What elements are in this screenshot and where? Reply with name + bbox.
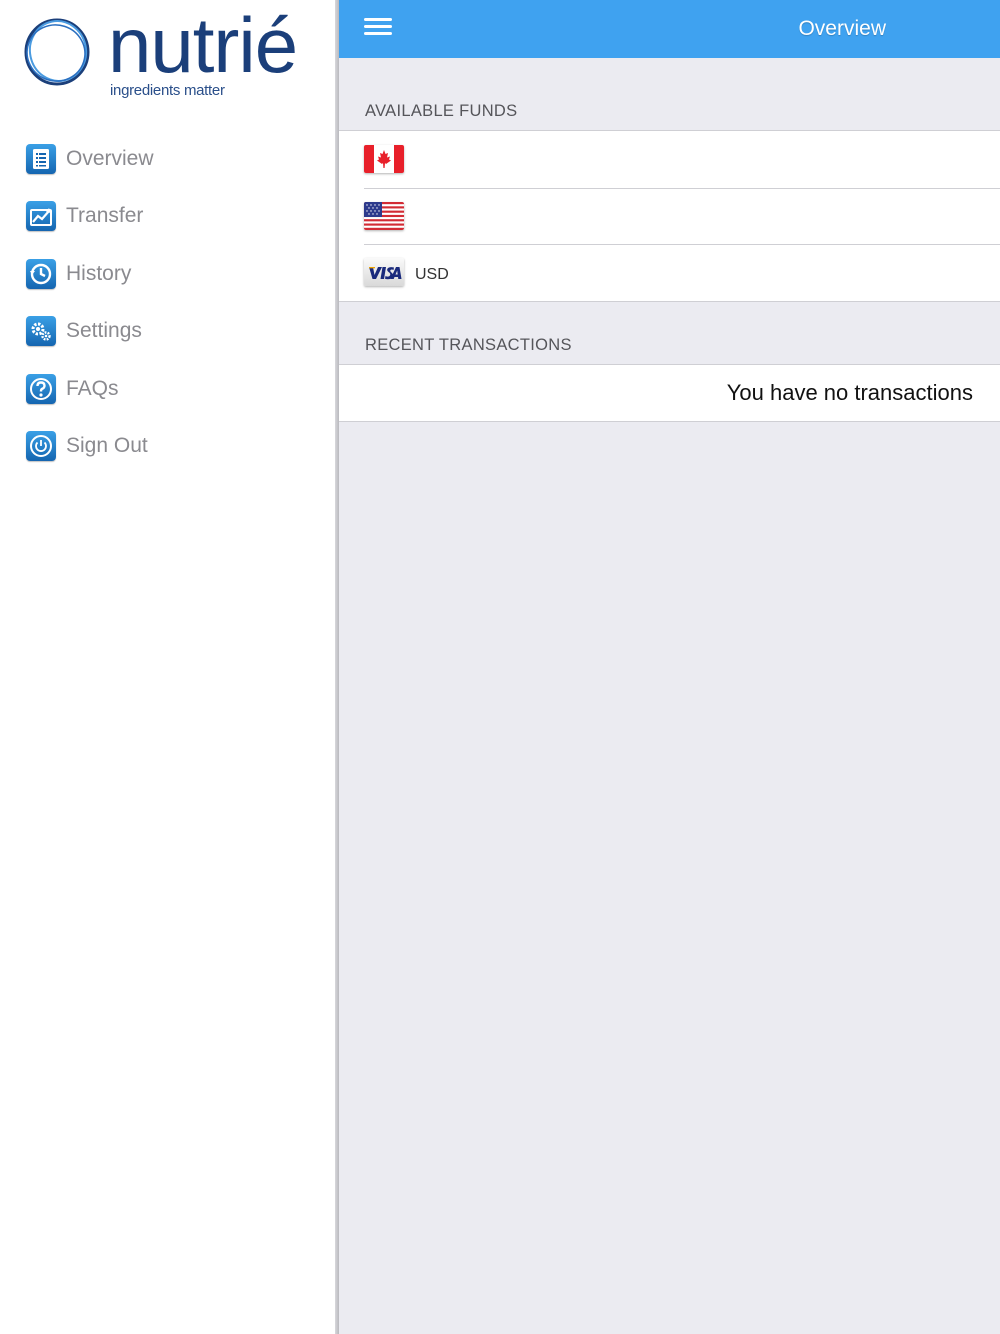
usa-flag-icon: [364, 201, 404, 230]
question-icon: [26, 373, 56, 404]
main-content: Overview AVAILABLE FUNDS USD RECENT TRAN…: [339, 0, 1000, 1334]
empty-transactions-message: You have no transactions: [726, 380, 973, 405]
sidebar-nav: Overview Transfer History Settings FAQs …: [0, 130, 337, 475]
visa-card-icon: [364, 258, 404, 286]
sidebar: nutrié ingredients matter Overview Trans…: [0, 0, 337, 1334]
transactions-list: You have no transactions: [339, 364, 1000, 422]
app-window: nutrié ingredients matter Overview Trans…: [0, 0, 1000, 1334]
sidebar-item-sign-out[interactable]: Sign Out: [0, 418, 337, 476]
sidebar-item-settings[interactable]: Settings: [0, 303, 337, 361]
recent-transactions-header: RECENT TRANSACTIONS: [365, 336, 572, 354]
sidebar-item-overview[interactable]: Overview: [0, 130, 337, 188]
power-icon: [26, 431, 56, 462]
hamburger-menu-icon[interactable]: [361, 14, 395, 44]
page-title: Overview: [798, 17, 886, 40]
transfer-chart-icon: [26, 201, 56, 232]
gears-icon: [26, 316, 56, 347]
list-item[interactable]: USD: [339, 244, 1000, 301]
sidebar-item-label: Overview: [66, 146, 154, 170]
brand-wordmark: nutrié: [108, 1, 298, 89]
history-clock-icon: [26, 258, 56, 289]
top-navigation-bar: Overview: [339, 0, 1000, 58]
brand-tagline: ingredients matter: [110, 82, 225, 99]
sidebar-item-label: History: [66, 261, 132, 285]
fund-currency: USD: [415, 266, 449, 283]
sidebar-item-label: Sign Out: [66, 434, 148, 458]
document-list-icon: [26, 143, 56, 174]
funds-list: USD: [339, 130, 1000, 302]
list-item[interactable]: [339, 131, 1000, 188]
sidebar-item-label: Transfer: [66, 204, 144, 228]
canada-flag-icon: [364, 145, 404, 173]
brand-logo: nutrié ingredients matter: [22, 6, 322, 106]
ring-logo-icon: [24, 18, 90, 86]
sidebar-item-faqs[interactable]: FAQs: [0, 360, 337, 418]
list-item[interactable]: [339, 187, 1000, 245]
sidebar-item-label: FAQs: [66, 376, 119, 400]
sidebar-item-transfer[interactable]: Transfer: [0, 188, 337, 246]
sidebar-item-history[interactable]: History: [0, 245, 337, 303]
sidebar-item-label: Settings: [66, 319, 142, 343]
available-funds-header: AVAILABLE FUNDS: [365, 102, 518, 120]
